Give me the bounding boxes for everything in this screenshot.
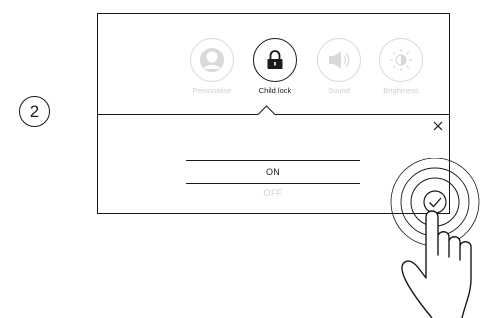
menu-item-brightness[interactable]: Brightness — [371, 38, 431, 95]
brightness-icon — [390, 49, 412, 71]
menu-item-label: Brightness — [383, 86, 419, 95]
settings-menu: Personalise Child lock Sound Brightness — [98, 14, 449, 115]
step-number-badge: 2 — [19, 96, 50, 127]
option-bottom-rule — [186, 183, 360, 184]
brightness-icon-circle — [379, 38, 423, 82]
speaker-icon — [329, 51, 350, 69]
pointing-hand-icon — [401, 210, 472, 318]
option-on[interactable]: ON — [186, 167, 360, 177]
option-off[interactable]: OFF — [186, 188, 360, 198]
child-lock-icon-circle — [253, 38, 297, 82]
menu-item-label: Personalise — [192, 86, 232, 95]
person-icon — [200, 48, 224, 72]
close-button[interactable] — [432, 119, 444, 131]
menu-item-label: Sound — [328, 86, 350, 95]
personalise-icon-circle — [190, 38, 234, 82]
padlock-icon — [267, 50, 283, 69]
close-icon — [433, 121, 443, 131]
sound-icon-circle — [317, 38, 361, 82]
step-number: 2 — [29, 102, 40, 121]
option-top-rule — [186, 160, 360, 161]
menu-item-personalise[interactable]: Personalise — [182, 38, 242, 95]
menu-item-sound[interactable]: Sound — [309, 38, 369, 95]
menu-item-child-lock[interactable]: Child lock — [245, 38, 305, 95]
menu-item-label: Child lock — [258, 86, 292, 95]
